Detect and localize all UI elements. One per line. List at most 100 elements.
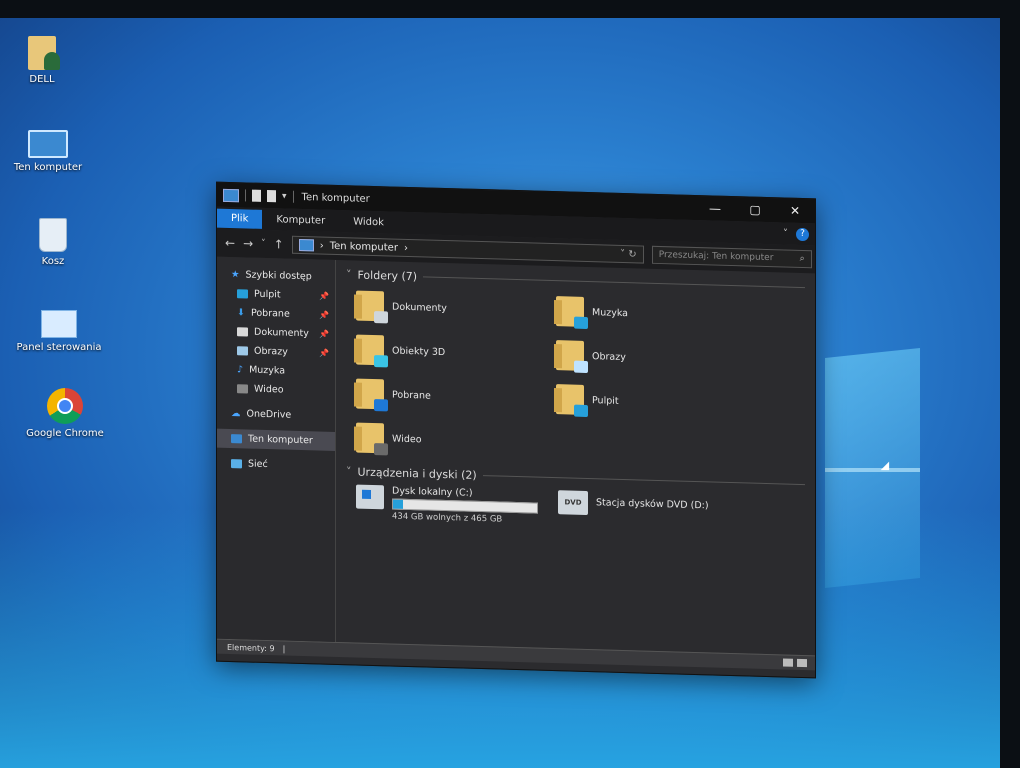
sidebar-item-label: Muzyka: [249, 364, 286, 377]
folder-music[interactable]: Muzyka: [556, 293, 756, 335]
folder-label: Dokumenty: [392, 301, 447, 314]
desktop-icon-this-pc[interactable]: Ten komputer: [3, 130, 93, 173]
network-icon: [231, 459, 242, 469]
group-title: Foldery (7): [357, 268, 418, 284]
star-icon: ★: [231, 269, 240, 281]
expand-ribbon-icon[interactable]: ˅: [783, 228, 788, 239]
forward-button[interactable]: →: [243, 236, 253, 250]
desktop-icon-chrome[interactable]: Google Chrome: [20, 388, 110, 439]
drive-label: Stacja dysków DVD (D:): [596, 497, 709, 512]
maximize-button[interactable]: ▢: [735, 202, 775, 217]
3d-objects-folder-icon: [356, 334, 388, 368]
folder-downloads[interactable]: Pobrane: [356, 376, 556, 418]
large-icons-view-icon[interactable]: [797, 658, 807, 668]
music-icon: ♪: [237, 364, 244, 376]
sidebar-item-videos[interactable]: Wideo: [217, 379, 335, 401]
divider: |: [282, 643, 286, 654]
download-icon: ⬇: [237, 307, 245, 319]
folder-label: Pulpit: [592, 394, 619, 407]
sidebar-item-label: Dokumenty: [254, 326, 309, 340]
desktop-icon-control-panel[interactable]: Panel sterowania: [14, 310, 104, 353]
close-button[interactable]: ✕: [775, 203, 815, 218]
desktop-icon: [237, 289, 248, 299]
refresh-icon[interactable]: ˅ ↻: [620, 248, 637, 259]
desktop-icon-label: DELL: [29, 74, 55, 85]
recent-locations-button[interactable]: ˅: [261, 239, 266, 249]
folder-3d-objects[interactable]: Obiekty 3D: [356, 332, 556, 374]
breadcrumb-separator: ›: [319, 240, 324, 252]
folder-label: Wideo: [392, 433, 422, 445]
search-placeholder: Przeszukaj: Ten komputer: [658, 249, 774, 264]
tab-computer[interactable]: Komputer: [262, 209, 339, 230]
folder-list: Dokumenty Muzyka Obiekty 3D Obrazy Pobra…: [356, 288, 805, 469]
help-icon[interactable]: ?: [796, 227, 809, 241]
pin-icon: 📌: [319, 348, 329, 358]
desktop-icon-dell[interactable]: DELL: [0, 36, 87, 85]
pin-icon: 📌: [319, 310, 329, 320]
badge: [574, 404, 588, 418]
user-folder-icon: [28, 36, 60, 70]
sidebar-item-label: Sieć: [248, 458, 268, 471]
hard-drive-icon: [356, 484, 384, 510]
dvd-drive-icon: DVD: [558, 490, 588, 516]
video-icon: [237, 384, 248, 394]
folder-pictures[interactable]: Obrazy: [556, 337, 756, 379]
badge: [374, 355, 388, 368]
up-button[interactable]: ↑: [274, 237, 284, 251]
folder-label: Muzyka: [592, 306, 628, 319]
folder-videos[interactable]: Wideo: [356, 420, 556, 462]
drive-free-space: 434 GB wolnych z 465 GB: [392, 511, 503, 525]
folder-documents[interactable]: Dokumenty: [356, 288, 556, 330]
pin-icon: 📌: [319, 329, 329, 339]
desktop-icon-label: Panel sterowania: [16, 342, 102, 353]
folder-desktop[interactable]: Pulpit: [556, 381, 756, 423]
content-pane: ˅ Foldery (7) Dokumenty Muzyka Obiekty 3…: [336, 260, 815, 655]
folder-label: Pobrane: [392, 389, 431, 402]
drive-usage-fill: [393, 499, 403, 509]
sidebar-item-network[interactable]: Sieć: [217, 454, 335, 476]
chevron-down-icon: ˅: [346, 268, 352, 282]
cloud-icon: ☁: [231, 408, 241, 420]
divider: [292, 190, 294, 203]
tab-file[interactable]: Plik: [217, 208, 263, 229]
badge: [574, 316, 588, 330]
badge: [374, 399, 388, 412]
sidebar-item-label: Szybki dostęp: [245, 269, 312, 283]
documents-folder-icon: [356, 290, 388, 324]
breadcrumb-this-pc[interactable]: Ten komputer: [330, 240, 398, 253]
details-view-icon[interactable]: [783, 658, 793, 667]
window-title: Ten komputer: [301, 191, 370, 205]
documents-icon: [237, 327, 248, 337]
desktop-icon-label: Google Chrome: [26, 428, 104, 439]
videos-folder-icon: [356, 422, 388, 456]
search-input[interactable]: Przeszukaj: Ten komputer ⌕: [651, 245, 812, 269]
desktop-icon-label: Kosz: [41, 256, 65, 267]
properties-icon[interactable]: [252, 189, 261, 202]
search-icon: ⌕: [799, 253, 805, 265]
computer-icon: [298, 238, 314, 252]
sidebar-item-label: Ten komputer: [248, 433, 313, 447]
new-folder-icon[interactable]: [267, 190, 276, 203]
recycle-bin-icon: [39, 218, 67, 252]
desktop-icon-label: Ten komputer: [13, 162, 83, 173]
minimize-button[interactable]: —: [695, 201, 735, 216]
navigation-pane: ★ Szybki dostęp Pulpit 📌 ⬇ Pobrane 📌 Dok…: [217, 256, 336, 642]
folder-label: Obiekty 3D: [392, 345, 446, 358]
drive-local-c[interactable]: Dysk lokalny (C:) 434 GB wolnych z 465 G…: [356, 484, 538, 526]
customize-quick-access-icon[interactable]: ▾: [282, 191, 287, 201]
sidebar-item-label: OneDrive: [246, 408, 292, 421]
desktop-icon-recycle-bin[interactable]: Kosz: [8, 218, 98, 267]
badge: [374, 311, 388, 324]
sidebar-item-this-pc[interactable]: Ten komputer: [217, 428, 335, 451]
sidebar-item-onedrive[interactable]: ☁ OneDrive: [217, 404, 335, 426]
item-count: Elementy: 9: [227, 642, 275, 653]
back-button[interactable]: ←: [225, 236, 235, 250]
chrome-icon: [47, 388, 83, 424]
tab-view[interactable]: Widok: [339, 212, 398, 233]
sidebar-item-label: Obrazy: [254, 345, 288, 358]
wallpaper-line: [825, 468, 920, 472]
pin-icon: 📌: [319, 291, 329, 301]
drive-dvd-d[interactable]: DVD Stacja dysków DVD (D:): [558, 490, 709, 530]
file-explorer-window: ▾ Ten komputer — ▢ ✕ Plik Komputer Widok…: [216, 181, 816, 679]
breadcrumb-separator[interactable]: ›: [404, 242, 408, 253]
